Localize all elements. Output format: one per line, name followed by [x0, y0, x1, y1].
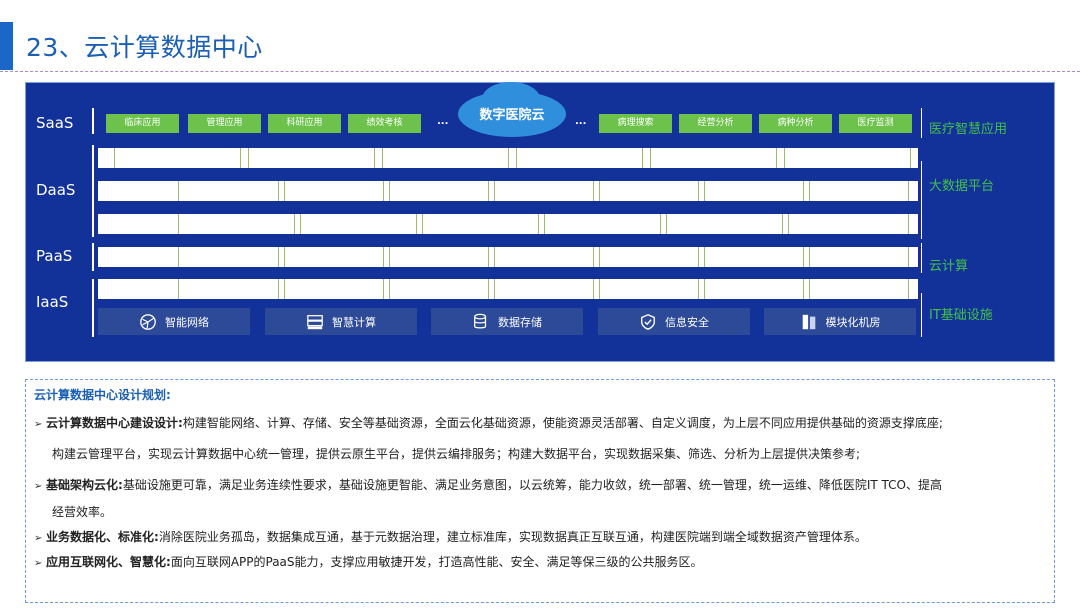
- cloud-label: 数字医院云: [479, 107, 545, 123]
- layer-label-daas: DaaS: [36, 181, 76, 199]
- note-item-title: 基础架构云化:: [46, 478, 123, 492]
- note-item-title: 业务数据化、标准化:: [46, 530, 159, 544]
- note-item-title: 应用互联网化、智慧化:: [46, 555, 171, 569]
- app-chip-pathology: 病理搜索: [599, 114, 672, 133]
- daas-bar: [98, 148, 918, 168]
- right-separator: [921, 243, 922, 273]
- infrastructure-row: 智能网络 智慧计算 数据存储 信息安全 模块化机房: [98, 308, 918, 336]
- right-label-apps: 医疗智慧应用: [929, 122, 1008, 137]
- layer-separator: [92, 243, 94, 271]
- note-item-continuation: 构建云管理平台，实现云计算数据中心统一管理，提供云原生平台，提供云编排服务；构建…: [52, 447, 861, 461]
- architecture-diagram: SaaS DaaS PaaS IaaS 临床应用 管理应用 科研应用 绩效考核 …: [25, 82, 1055, 362]
- note-item-title: 云计算数据中心建设设计:: [46, 416, 183, 430]
- layer-separator: [92, 279, 94, 337]
- title-accent-bar: [0, 22, 13, 70]
- note-item-continuation: 经营效率。: [52, 505, 113, 519]
- note-item-text: 构建智能网络、计算、存储、安全等基础资源，全面云化基础资源，使能资源灵活部署、自…: [182, 416, 943, 430]
- right-separator: [921, 108, 922, 138]
- app-chip-clinical: 临床应用: [106, 114, 179, 133]
- iaas-bar: [98, 279, 918, 299]
- infra-storage-label: 数据存储: [498, 315, 542, 329]
- ellipsis-left: ...: [437, 116, 449, 127]
- infra-datacenter-label: 模块化机房: [825, 315, 881, 329]
- layer-separator: [92, 145, 94, 237]
- server-icon: [307, 314, 323, 329]
- design-notes-box: 云计算数据中心设计规划: ➢ 云计算数据中心建设设计:构建智能网络、计算、存储、安…: [25, 379, 1055, 603]
- layer-label-iaas: IaaS: [36, 293, 69, 311]
- shield-check-icon: [641, 313, 655, 330]
- right-label-infra: IT基础设施: [929, 308, 993, 323]
- page-title: 23、云计算数据中心: [26, 33, 263, 62]
- title-divider: [0, 71, 1080, 72]
- server-rack-icon: [802, 314, 815, 329]
- app-chip-monitoring: 医疗监测: [839, 114, 912, 133]
- layer-separator: [92, 108, 94, 134]
- infra-compute-label: 智慧计算: [332, 315, 376, 329]
- infra-compute: 智慧计算: [265, 308, 417, 335]
- app-chip-management: 管理应用: [188, 114, 261, 133]
- database-icon: [474, 313, 487, 328]
- bullet-arrow-icon: ➢: [34, 533, 43, 544]
- notes-heading: 云计算数据中心设计规划:: [34, 388, 171, 402]
- right-separator: [921, 293, 922, 337]
- note-item: ➢ 应用互联网化、智慧化:面向互联网APP的PaaS能力，支撑应用敏捷开发，打造高…: [34, 553, 703, 570]
- right-label-cloud: 云计算: [929, 259, 969, 274]
- right-label-bigdata: 大数据平台: [929, 179, 995, 194]
- note-item-text: 基础设施更可靠，满足业务连续性要求，基础设施更智能、满足业务意图，以云统筹，能力…: [122, 478, 942, 492]
- infra-security: 信息安全: [598, 308, 750, 335]
- daas-bar: [98, 181, 918, 201]
- infra-network-label: 智能网络: [165, 315, 209, 329]
- bullet-arrow-icon: ➢: [34, 558, 43, 569]
- layer-label-paas: PaaS: [36, 247, 73, 265]
- app-chip-performance: 绩效考核: [348, 114, 421, 133]
- ellipsis-right: ...: [575, 116, 587, 127]
- note-item-text: 消除医院业务孤岛，数据集成互通，基于元数据治理，建立标准库，实现数据真正互联互通…: [158, 530, 867, 544]
- daas-bar: [98, 214, 918, 234]
- digital-hospital-cloud: 数字医院云: [458, 82, 566, 137]
- bullet-arrow-icon: ➢: [34, 419, 43, 430]
- app-chip-disease: 病种分析: [759, 114, 832, 133]
- note-item-text: 面向互联网APP的PaaS能力，支撑应用敏捷开发，打造高性能、安全、满足等保三级…: [170, 555, 703, 569]
- note-item: ➢ 云计算数据中心建设设计:构建智能网络、计算、存储、安全等基础资源，全面云化基础…: [34, 414, 943, 431]
- note-item: ➢ 基础架构云化:基础设施更可靠，满足业务连续性要求，基础设施更智能、满足业务意图…: [34, 476, 942, 493]
- infra-security-label: 信息安全: [665, 315, 709, 329]
- infra-datacenter: 模块化机房: [764, 308, 916, 335]
- bullet-arrow-icon: ➢: [34, 481, 43, 492]
- network-globe-icon: [140, 313, 156, 330]
- paas-bar: [98, 247, 918, 267]
- infra-network: 智能网络: [98, 308, 250, 335]
- right-separator: [921, 161, 922, 239]
- note-item: ➢ 业务数据化、标准化:消除医院业务孤岛，数据集成互通，基于元数据治理，建立标准库…: [34, 528, 867, 545]
- app-chip-research: 科研应用: [268, 114, 341, 133]
- app-chip-operations: 经营分析: [679, 114, 752, 133]
- infra-storage: 数据存储: [431, 308, 583, 335]
- layer-label-saas: SaaS: [36, 114, 74, 132]
